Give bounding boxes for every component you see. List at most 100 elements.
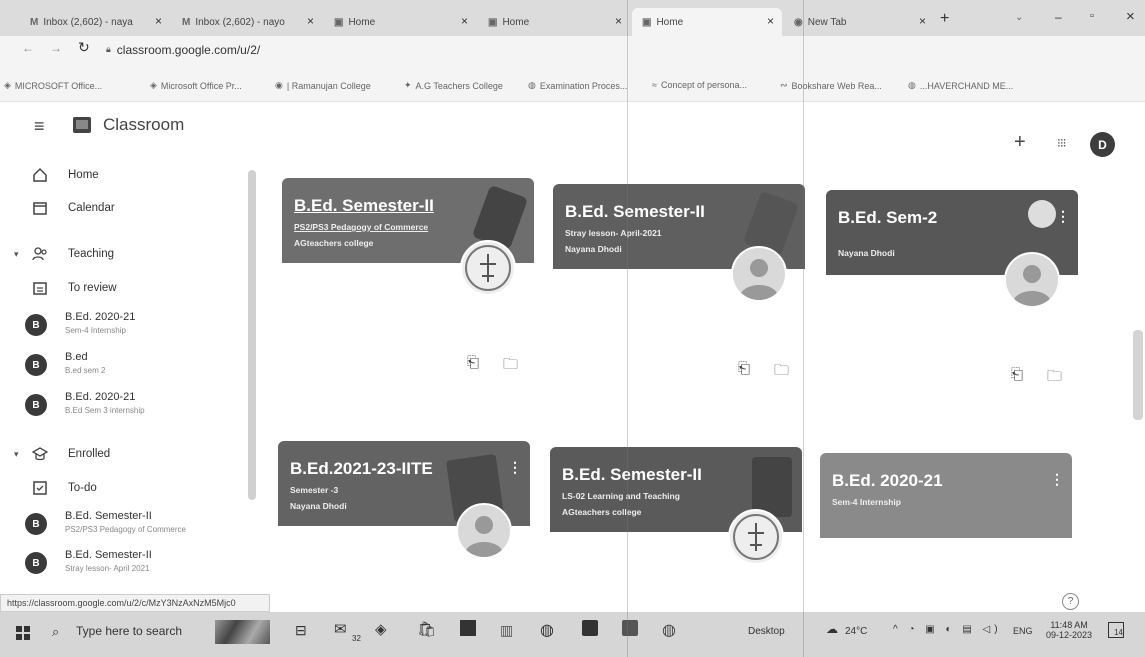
restore-button[interactable]: ▫: [1090, 10, 1094, 22]
bookmark-item[interactable]: ◈ MICROSOFT Office...: [4, 80, 102, 91]
class-card[interactable]: B.Ed. 2020-21 Sem-4 Internship ⋮: [820, 453, 1072, 593]
class-avatar: B: [25, 354, 47, 376]
app-icon[interactable]: [460, 620, 476, 636]
weather-icon: ☁︎: [826, 622, 838, 636]
teams-app-icon[interactable]: ◈: [375, 620, 387, 638]
bookmark-item[interactable]: ◉ | Ramanujan College: [275, 80, 371, 91]
account-avatar[interactable]: D: [1090, 132, 1115, 157]
sidebar: Home Calendar ▾ Teaching To review B B.E…: [0, 152, 255, 597]
sidebar-class-item[interactable]: B B.Ed. 2020-21 B.Ed Sem 3 internship: [0, 387, 245, 423]
language-indicator[interactable]: ENG: [1013, 626, 1033, 636]
create-join-class-button[interactable]: +: [1014, 131, 1026, 154]
page-scrollbar[interactable]: [1133, 330, 1143, 420]
tab-home-2[interactable]: ▣ Home ×: [478, 8, 630, 36]
close-tab-icon[interactable]: ×: [767, 14, 774, 28]
sidebar-item-home[interactable]: Home: [0, 165, 245, 185]
class-avatar: B: [25, 513, 47, 535]
assignment-icon[interactable]: ⎗: [1011, 366, 1023, 391]
system-tray-icons[interactable]: ^ ◔ ▣ ◐ ▤ ◁): [893, 624, 1002, 635]
sidebar-section-teaching[interactable]: ▾ Teaching: [0, 244, 245, 264]
close-tab-icon[interactable]: ×: [461, 14, 468, 28]
classroom-icon: ▣: [642, 16, 652, 28]
class-avatar: B: [25, 314, 47, 336]
forward-icon[interactable]: →: [50, 41, 62, 55]
app-title[interactable]: Classroom: [103, 115, 184, 135]
reload-icon[interactable]: ↻: [78, 39, 90, 56]
bookmark-item[interactable]: ◍ Examination Proces...: [528, 80, 627, 91]
college-seal-icon: [728, 509, 784, 565]
pdf-app-icon[interactable]: [582, 620, 598, 636]
weather-temp[interactable]: 24°C: [845, 626, 867, 637]
bookmark-item[interactable]: ∾ Bookshare Web Rea...: [780, 80, 882, 91]
close-tab-icon[interactable]: ×: [155, 14, 162, 28]
notification-center-icon[interactable]: 14: [1108, 622, 1124, 638]
sidebar-class-item[interactable]: B B.Ed. Semester-II Stray lesson- April …: [0, 545, 245, 581]
tab-inbox-1[interactable]: M Inbox (2,602) - naya ×: [20, 8, 170, 36]
chrome-app-icon[interactable]: ◍: [540, 620, 554, 640]
sidebar-class-item[interactable]: B B.Ed. 2020-21 Sem-4 Internship: [0, 307, 245, 343]
close-tab-icon[interactable]: ×: [307, 14, 314, 28]
tab-home-active[interactable]: ▣ Home ×: [632, 8, 782, 36]
sidebar-item-to-review[interactable]: To review: [0, 278, 245, 298]
assignment-icon[interactable]: ⎗: [467, 354, 479, 379]
windows-start-icon[interactable]: [16, 626, 30, 640]
close-window-button[interactable]: ×: [1126, 8, 1135, 25]
app-icon[interactable]: ▥: [500, 622, 513, 639]
bookmark-item[interactable]: ≈ Concept of persona...: [652, 80, 747, 90]
college-icon: ✦: [404, 80, 412, 90]
collapse-caret-icon[interactable]: ▾: [14, 449, 19, 460]
classroom-header: ≡ Classroom + ⁝⁝⁝ D: [0, 103, 1145, 157]
sidebar-item-todo[interactable]: To-do: [0, 478, 245, 498]
class-card[interactable]: B.Ed. Semester-II Stray lesson- April-20…: [553, 184, 805, 399]
mail-app-icon[interactable]: ✉: [334, 620, 347, 638]
new-tab-button[interactable]: +: [940, 10, 949, 28]
class-card[interactable]: B.Ed. Sem-2 Nayana Dhodi ⋮ ⎗ 🗀︎: [826, 190, 1078, 405]
apps-grid-icon[interactable]: ⁝⁝⁝: [1057, 136, 1067, 150]
assignment-icon[interactable]: ⎗: [738, 360, 750, 385]
office-icon: ◈: [4, 80, 11, 90]
scan-line: [627, 0, 628, 657]
class-card[interactable]: B.Ed. Semester-II PS2/PS3 Pedagogy of Co…: [282, 178, 534, 393]
chrome-app-icon[interactable]: ◍: [662, 620, 676, 640]
store-app-icon[interactable]: 🛍︎: [417, 620, 436, 638]
sidebar-section-enrolled[interactable]: ▾ Enrolled: [0, 444, 245, 464]
close-tab-icon[interactable]: ×: [615, 14, 622, 28]
sidebar-scrollbar[interactable]: [248, 170, 256, 500]
class-card[interactable]: B.Ed.2021-23-IITE Semester -3 Nayana Dho…: [278, 441, 530, 591]
card-menu-icon[interactable]: ⋮: [1050, 471, 1064, 488]
tab-home-1[interactable]: ▣ Home ×: [324, 8, 476, 36]
bookmark-item[interactable]: ✦ A.G Teachers College: [404, 80, 503, 91]
collapse-caret-icon[interactable]: ▾: [14, 249, 19, 260]
sidebar-class-item[interactable]: B B.Ed. Semester-II PS2/PS3 Pedagogy of …: [0, 506, 245, 542]
back-icon[interactable]: ←: [22, 41, 34, 55]
browser-tab-strip: M Inbox (2,602) - naya × M Inbox (2,602)…: [0, 0, 1145, 36]
bookmark-item[interactable]: ◍ ...HAVERCHAND ME...: [908, 80, 1013, 91]
main-menu-icon[interactable]: ≡: [34, 116, 45, 137]
taskbar-search-box[interactable]: Type here to search: [76, 624, 182, 638]
class-card[interactable]: B.Ed. Semester-II LS-02 Learning and Tea…: [550, 447, 802, 597]
folder-icon[interactable]: 🗀︎: [503, 354, 518, 379]
book-icon: ∾: [780, 80, 788, 90]
sidebar-class-item[interactable]: B B.ed B.ed sem 2: [0, 347, 245, 383]
tab-search-chevron-icon[interactable]: ⌄: [1015, 12, 1023, 23]
class-card-header[interactable]: B.Ed. 2020-21 Sem-4 Internship ⋮: [820, 453, 1072, 538]
bookmark-item[interactable]: ◈ Microsoft Office Pr...: [150, 80, 242, 91]
tab-new-tab[interactable]: ◉ New Tab ×: [784, 8, 934, 36]
minimize-button[interactable]: –: [1055, 10, 1062, 24]
review-folder-icon: [33, 282, 47, 295]
task-view-icon[interactable]: ⊟: [295, 622, 307, 639]
illustration-icon: [752, 457, 792, 517]
help-icon[interactable]: ?: [1062, 593, 1079, 610]
office-icon: ◈: [150, 80, 157, 90]
close-tab-icon[interactable]: ×: [919, 14, 926, 28]
address-bar[interactable]: 🔒︎ classroom.google.com/u/2/: [106, 40, 886, 59]
sidebar-item-calendar[interactable]: Calendar: [0, 198, 245, 218]
tab-inbox-2[interactable]: M Inbox (2,602) - nayo ×: [172, 8, 322, 36]
folder-icon[interactable]: 🗀︎: [774, 360, 789, 385]
desktop-toolbar[interactable]: Desktop: [748, 626, 785, 637]
clock[interactable]: 11:48 AM 09-12-2023: [1046, 620, 1092, 640]
card-menu-icon[interactable]: ⋮: [508, 459, 522, 476]
word-app-icon[interactable]: [622, 620, 638, 636]
folder-icon[interactable]: 🗀︎: [1047, 366, 1062, 391]
card-menu-icon[interactable]: ⋮: [1056, 208, 1070, 225]
